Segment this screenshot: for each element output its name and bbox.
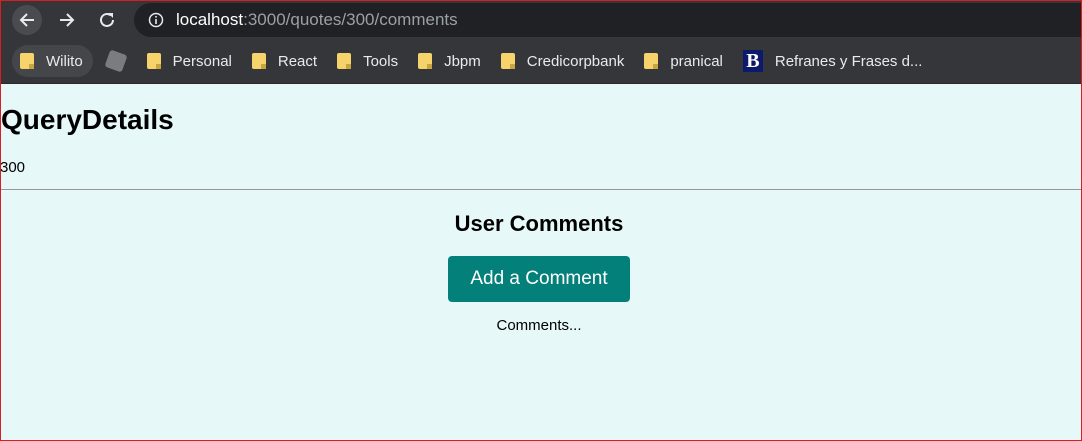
bookmark-label: React (277, 52, 318, 70)
address-bar[interactable]: localhost:3000/quotes/300/comments (134, 3, 1082, 37)
folder-icon (20, 53, 34, 69)
page-title: QueryDetails (1, 104, 174, 135)
reload-icon[interactable] (92, 5, 122, 35)
bookmark-personal[interactable]: Personal (139, 45, 240, 77)
url-host: localhost (176, 10, 244, 29)
page-content: QueryDetails 300 User Comments Add a Com… (0, 84, 1082, 441)
bookmark-label: Wilito (46, 52, 83, 70)
extension-icon[interactable] (104, 49, 128, 73)
bookmark-credicorpbank[interactable]: Credicorpbank (493, 45, 633, 77)
divider (0, 189, 1082, 190)
folder-icon (644, 53, 659, 69)
bookmark-react[interactable]: React (244, 45, 325, 77)
folder-icon (337, 53, 352, 69)
url-path: :3000/quotes/300/comments (243, 10, 458, 29)
comments-placeholder: Comments... (496, 317, 582, 334)
bookmark-label: Refranes y Frases d... (774, 52, 923, 70)
info-icon[interactable] (148, 12, 164, 28)
forward-icon[interactable] (52, 5, 82, 35)
bookmark-wilito[interactable]: Wilito (12, 45, 93, 77)
folder-icon (146, 53, 161, 69)
bookmark-tools[interactable]: Tools (329, 45, 406, 77)
bookmarks-bar: Wilito Personal React Tools Jbpm Credico… (0, 39, 1082, 84)
section-title: User Comments (454, 211, 624, 236)
bookmark-jbpm[interactable]: Jbpm (410, 45, 489, 77)
bookmark-label: pranical (670, 52, 723, 70)
bookmark-label: Jbpm (444, 52, 481, 70)
bookmark-pranical[interactable]: pranical (636, 45, 731, 77)
add-comment-button[interactable]: Add a Comment (448, 256, 630, 302)
bookmark-label: Personal (172, 52, 232, 70)
bookmark-label: Tools (363, 52, 399, 70)
back-icon[interactable] (12, 4, 42, 35)
browser-toolbar: localhost:3000/quotes/300/comments (0, 0, 1082, 39)
bookmark-label: Credicorpbank (526, 52, 625, 70)
quote-id: 300 (0, 159, 26, 176)
folder-icon (251, 53, 266, 69)
folder-icon (500, 53, 515, 69)
b-logo-icon: B (742, 50, 763, 72)
folder-icon (418, 53, 433, 69)
bookmark-refranes[interactable]: B Refranes y Frases d... (735, 45, 931, 77)
